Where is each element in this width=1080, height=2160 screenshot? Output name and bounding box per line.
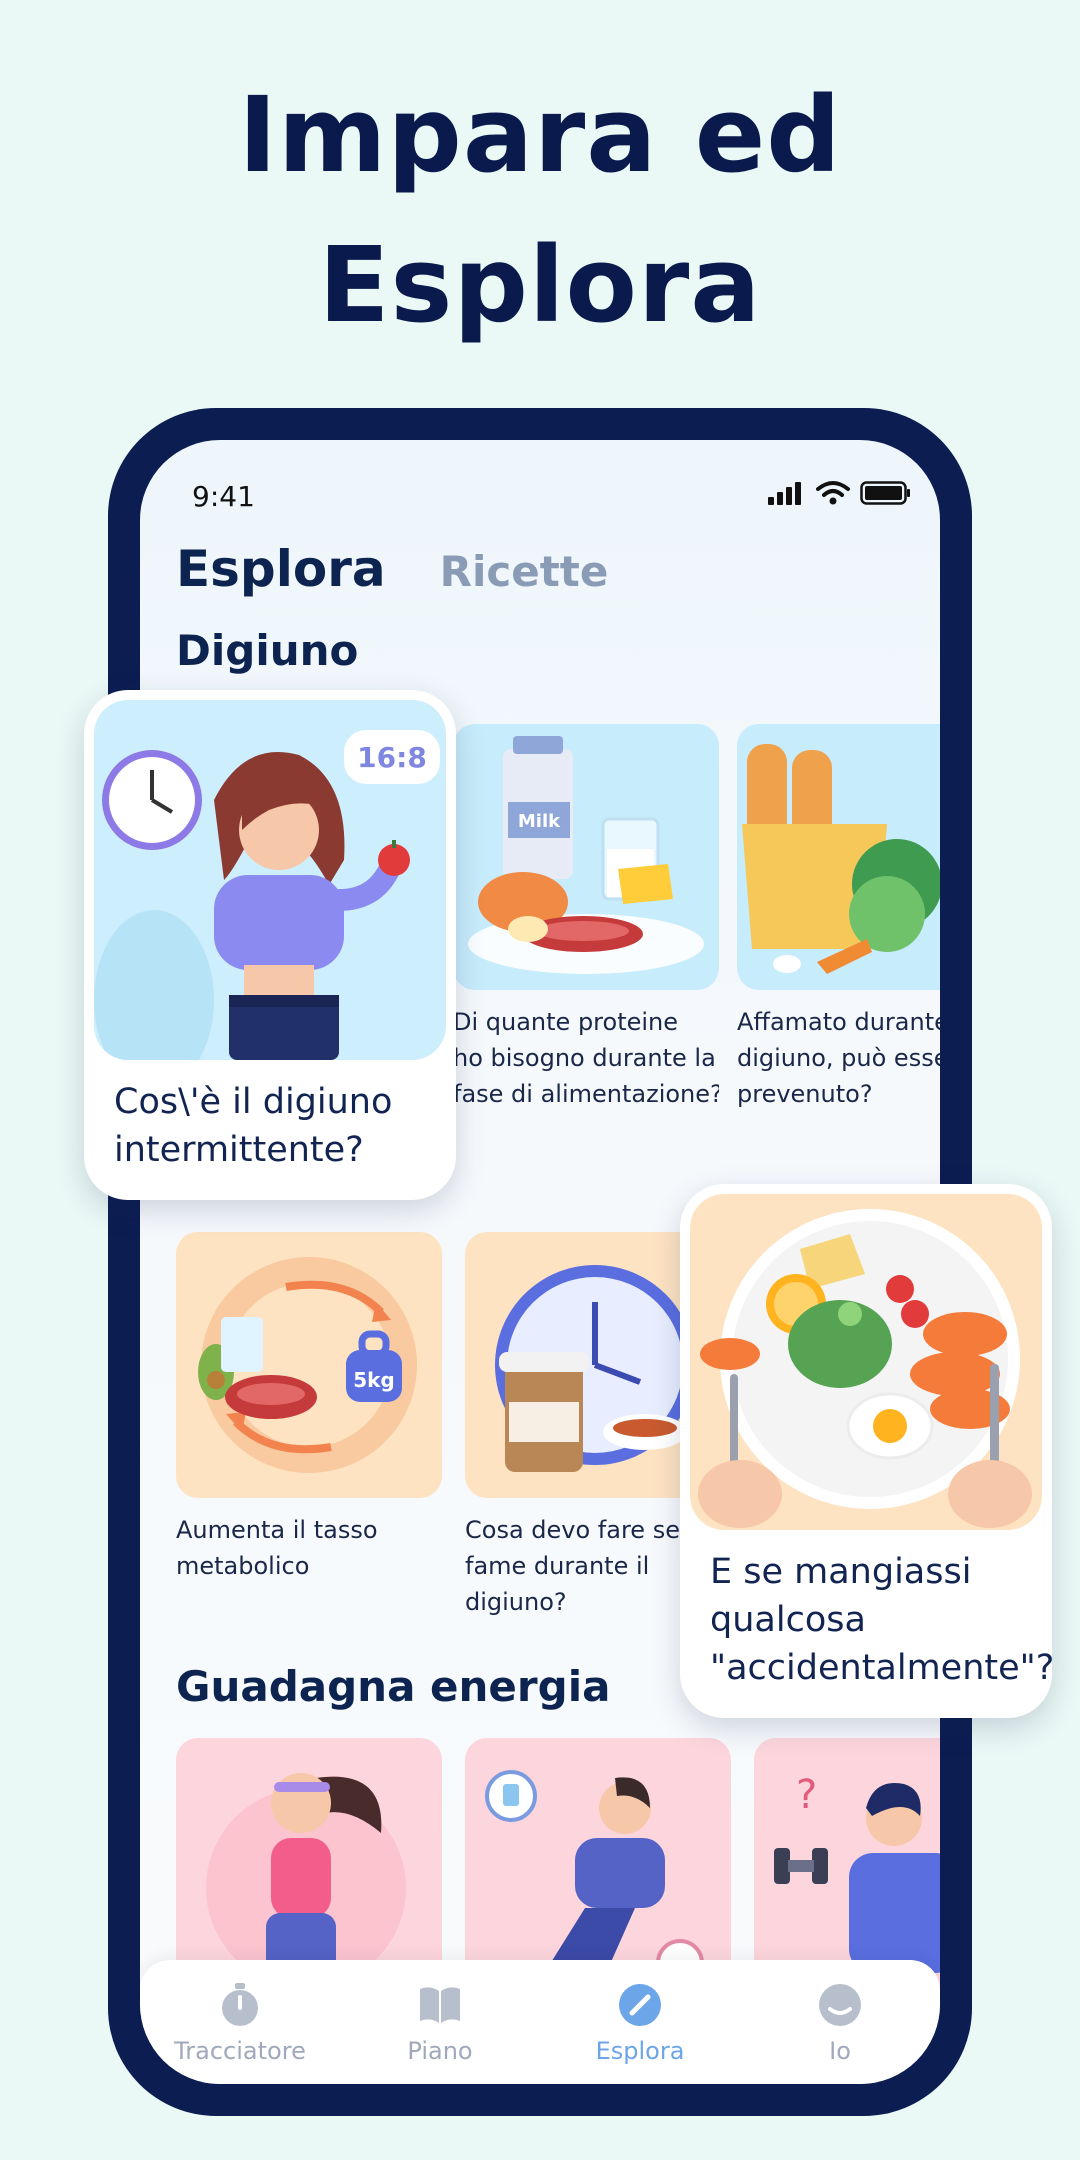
article-card-protein[interactable]: Milk Di quante proteine ho bisogno duran… xyxy=(453,724,719,1112)
milk-label: Milk xyxy=(518,811,561,832)
nav-label: Piano xyxy=(407,2037,473,2065)
featured-card-caption: Cos\'è il digiuno intermittente? xyxy=(114,1082,393,1170)
featured-card-accidental-eating[interactable]: E se mangiassi qualcosa "accidentalmente… xyxy=(680,1184,1055,1718)
card-caption: Aumenta il tasso metabolico xyxy=(176,1516,378,1580)
explore-tabs: Esplora Ricette xyxy=(176,540,608,598)
nav-explore[interactable]: Esplora xyxy=(560,1979,720,2065)
status-time: 9:41 xyxy=(192,480,255,513)
nav-label: Tracciatore xyxy=(174,2037,306,2065)
headline-line-1: Impara ed xyxy=(238,74,842,196)
breakfast-plate-illustration xyxy=(690,1194,1042,1530)
fasting-ratio-badge: 16:8 xyxy=(357,741,427,774)
article-card-metabolism[interactable]: 5kg Aumenta il tasso metabolico xyxy=(176,1232,442,1584)
signal-icon xyxy=(768,482,801,505)
nav-label: Io xyxy=(829,2037,851,2065)
metabolism-illustration: 5kg xyxy=(176,1232,442,1498)
nav-me[interactable]: Io xyxy=(760,1979,920,2065)
wifi-icon xyxy=(816,481,850,505)
tab-recipes[interactable]: Ricette xyxy=(440,547,609,596)
face-icon xyxy=(819,1984,861,2026)
weight-label: 5kg xyxy=(353,1368,395,1392)
book-icon xyxy=(420,1987,460,2023)
protein-illustration: Milk xyxy=(453,724,719,990)
card-caption: Di quante proteine ho bisogno durante la… xyxy=(453,1008,719,1108)
section-title-fasting: Digiuno xyxy=(176,626,359,675)
bottom-navigation: Tracciatore Piano Esplora Io xyxy=(140,1960,940,2084)
grocery-illustration xyxy=(737,724,940,990)
fasting-illustration: 16:8 xyxy=(94,700,446,1060)
featured-card-intermittent-fasting[interactable]: 16:8 Cos\'è il digiuno intermittente? xyxy=(84,690,456,1200)
svg-text:?: ? xyxy=(796,1772,817,1818)
nav-label: Esplora xyxy=(595,2037,685,2065)
status-icons xyxy=(766,480,912,506)
headline: Impara ed Esplora xyxy=(0,60,1080,360)
headline-line-2: Esplora xyxy=(318,224,762,346)
compass-icon xyxy=(619,1984,661,2026)
section-title-energy: Guadagna energia xyxy=(176,1662,611,1711)
battery-icon xyxy=(860,481,910,505)
tab-explore[interactable]: Esplora xyxy=(176,540,390,598)
stopwatch-icon xyxy=(222,1983,258,2026)
featured-card-caption: E se mangiassi qualcosa "accidentalmente… xyxy=(710,1552,1055,1688)
nav-tracker[interactable]: Tracciatore xyxy=(160,1979,320,2065)
article-card-hunger[interactable]: Affamato durante il digiuno, può essere … xyxy=(737,724,940,1112)
nav-plan[interactable]: Piano xyxy=(360,1979,520,2065)
card-caption: Affamato durante il digiuno, può essere … xyxy=(737,1008,940,1108)
